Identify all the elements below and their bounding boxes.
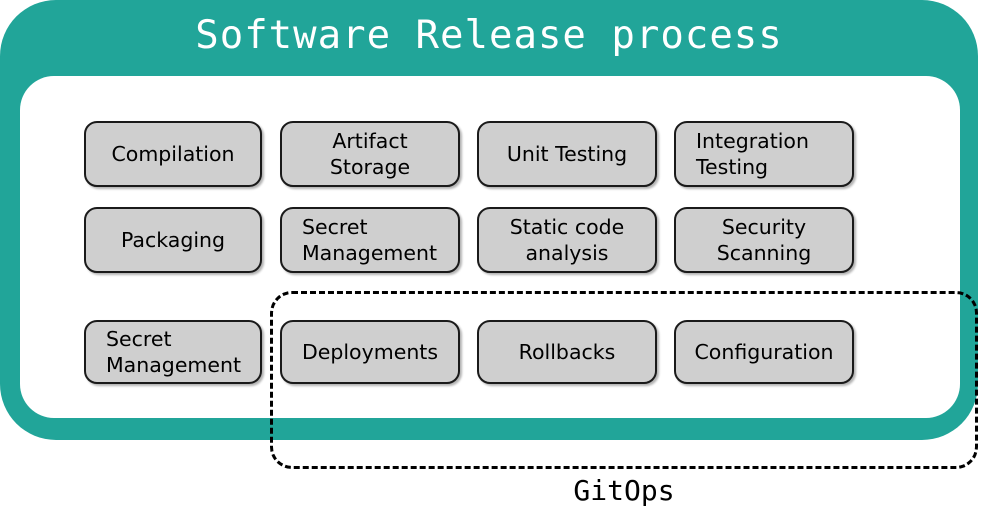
process-box-label: Unit Testing <box>506 142 628 166</box>
process-box-rollbacks[interactable]: Rollbacks <box>477 320 657 384</box>
diagram-canvas: Software Release process Compilation Art… <box>0 0 1000 514</box>
process-box-security-scanning[interactable]: Security Scanning <box>674 207 854 273</box>
process-box-label: Deployments <box>301 340 439 364</box>
process-box-packaging[interactable]: Packaging <box>84 207 262 273</box>
process-box-label: Packaging <box>120 228 226 252</box>
process-box-deployments[interactable]: Deployments <box>280 320 460 384</box>
process-box-label: Configuration <box>694 340 834 364</box>
process-box-artifact-storage[interactable]: Artifact Storage <box>280 121 460 187</box>
process-box-label: Artifact Storage <box>329 129 411 179</box>
process-box-integration-testing[interactable]: Integration Testing <box>674 121 854 187</box>
process-box-label: Secret Management <box>302 215 438 265</box>
process-box-unit-testing[interactable]: Unit Testing <box>477 121 657 187</box>
process-box-configuration[interactable]: Configuration <box>674 320 854 384</box>
process-box-label: Integration Testing <box>696 129 809 179</box>
diagram-title: Software Release process <box>195 13 783 58</box>
process-box-secret-management-row3[interactable]: Secret Management <box>84 320 262 384</box>
process-box-secret-management-row2[interactable]: Secret Management <box>280 207 460 273</box>
process-box-label: Compilation <box>111 142 235 166</box>
process-box-compilation[interactable]: Compilation <box>84 121 262 187</box>
process-box-label: Security Scanning <box>716 215 812 265</box>
process-box-label: Static code analysis <box>509 215 625 265</box>
process-box-label: Secret Management <box>106 327 242 377</box>
process-box-static-code-analysis[interactable]: Static code analysis <box>477 207 657 273</box>
process-box-label: Rollbacks <box>518 340 616 364</box>
gitops-group-label: GitOps <box>573 474 675 507</box>
